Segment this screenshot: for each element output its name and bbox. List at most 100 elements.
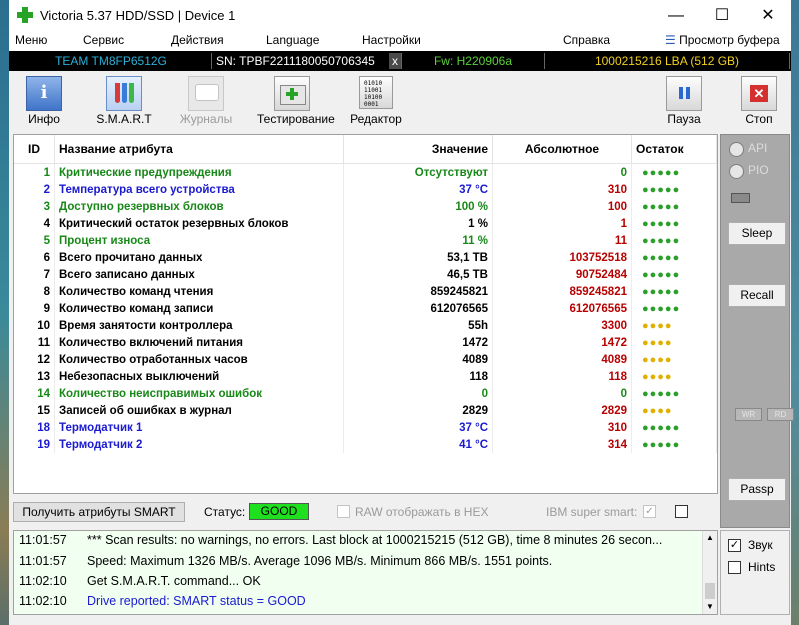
cell-absolute: 90752484 (492, 266, 632, 283)
scroll-up-icon[interactable]: ▲ (706, 533, 714, 542)
api-radio[interactable] (729, 142, 744, 157)
smart-button[interactable]: S.M.A.R.T (89, 74, 159, 126)
ibm-checkbox[interactable]: ✓ (643, 505, 656, 518)
cell-absolute: 11 (492, 232, 632, 249)
sleep-button[interactable]: Sleep (728, 222, 786, 245)
window-title: Victoria 5.37 HDD/SSD | Device 1 (40, 8, 236, 23)
menu-language[interactable]: Language (266, 33, 319, 47)
table-row[interactable]: 4 Критический остаток резервных блоков 1 %… (14, 215, 717, 232)
cell-absolute: 2829 (492, 402, 632, 419)
cell-name: Температура всего устройства (54, 181, 344, 198)
menu-actions[interactable]: Действия (171, 33, 224, 47)
device-info-bar: TEAM TM8FP6512G SN: TPBF2211180050706345… (9, 51, 791, 71)
cell-name: Доступно резервных блоков (54, 198, 344, 215)
table-row[interactable]: 9 Количество команд записи 612076565 612076… (14, 300, 717, 317)
col-name[interactable]: Название атрибута (54, 135, 344, 164)
raw-hex-checkbox[interactable] (337, 505, 350, 518)
cell-id: 3 (14, 198, 55, 215)
info-button[interactable]: i Инфо (9, 74, 79, 126)
col-absolute[interactable]: Абсолютное (492, 135, 632, 164)
log-panel: 11:01:57 *** Scan results: no warnings, … (13, 530, 718, 615)
log-scrollbar[interactable]: ▲ ▼ (702, 531, 717, 614)
menu-main[interactable]: Меню (15, 33, 47, 47)
medkit-icon (274, 76, 310, 111)
col-id[interactable]: ID (14, 135, 55, 164)
pio-radio[interactable] (729, 164, 744, 179)
cell-id: 8 (14, 283, 55, 300)
table-row[interactable]: 2 Температура всего устройства 37 °C 310 ●●●… (14, 181, 717, 198)
cell-remaining: ●●●●● (631, 163, 717, 181)
pause-icon (666, 76, 702, 111)
passp-button[interactable]: Passp (728, 478, 786, 501)
cell-value: 55h (343, 317, 493, 334)
editor-button[interactable]: 01010 11001 10100 0001 Редактор (341, 74, 411, 126)
table-row[interactable]: 7 Всего записано данных 46,5 TB 90752484 ●●●… (14, 266, 717, 283)
close-button[interactable]: ✕ (745, 0, 791, 31)
test-tubes-icon (106, 76, 142, 111)
smart-table-body: 1 Критические предупреждения Отсутствуют 0 ●… (14, 163, 717, 453)
table-row[interactable]: 15 Записей об ошибках в журнал 2829 2829 ●●●… (14, 402, 717, 419)
cell-id: 6 (14, 249, 55, 266)
log-message: Speed: Maximum 1326 MB/s. Average 1096 M… (87, 554, 553, 568)
maximize-button[interactable]: ☐ (699, 0, 745, 31)
table-row[interactable]: 5 Процент износа 11 % 11 ●●●●● (14, 232, 717, 249)
menu-help[interactable]: Справка (563, 33, 610, 47)
pio-label: PIO (748, 163, 769, 177)
smart-status-row: Получить атрибуты SMART Статус: GOOD RAW… (9, 499, 719, 523)
col-value[interactable]: Значение (343, 135, 493, 164)
info-icon: i (26, 76, 62, 111)
cell-value: 11 % (343, 232, 493, 249)
get-smart-button[interactable]: Получить атрибуты SMART (13, 502, 185, 522)
cell-id: 13 (14, 368, 55, 385)
serial-copy-button[interactable]: x (389, 53, 402, 69)
table-row[interactable]: 11 Количество включений питания 1472 1472 ●●… (14, 334, 717, 351)
scroll-thumb[interactable] (705, 583, 715, 599)
cell-value: 37 °C (343, 419, 493, 436)
cell-name: Записей об ошибках в журнал (54, 402, 344, 419)
cell-value: 118 (343, 368, 493, 385)
recall-button[interactable]: Recall (728, 284, 786, 307)
cell-name: Небезопасных выключений (54, 368, 344, 385)
table-row[interactable]: 3 Доступно резервных блоков 100 % 100 ●●●●● (14, 198, 717, 215)
cell-remaining: ●●●●● (631, 181, 717, 198)
stop-button[interactable]: ✕ Стоп (724, 74, 794, 126)
table-row[interactable]: 14 Количество неисправимых ошибок 0 0 ●●●●● (14, 385, 717, 402)
log-time: 11:02:10 (19, 574, 67, 588)
logs-button[interactable]: Журналы (171, 74, 241, 126)
desktop-background-left (0, 0, 9, 625)
app-window: Victoria 5.37 HDD/SSD | Device 1 — ☐ ✕ М… (9, 0, 794, 625)
minimize-button[interactable]: — (653, 0, 699, 31)
table-row[interactable]: 13 Небезопасных выключений 118 118 ●●●● (14, 368, 717, 385)
ibm-label: IBM super smart: (546, 505, 638, 519)
table-row[interactable]: 10 Время занятости контроллера 55h 3300 ●●●● (14, 317, 717, 334)
cell-name: Количество команд чтения (54, 283, 344, 300)
log-time: 11:01:57 (19, 533, 67, 547)
cell-value: 100 % (343, 198, 493, 215)
hints-checkbox[interactable] (728, 561, 741, 574)
menu-settings[interactable]: Настройки (362, 33, 421, 47)
table-row[interactable]: 19 Термодатчик 2 41 °C 314 ●●●●● (14, 436, 717, 453)
menu-service[interactable]: Сервис (83, 33, 124, 47)
cell-remaining: ●●●●● (631, 436, 717, 453)
extra-checkbox[interactable] (675, 505, 688, 518)
title-bar: Victoria 5.37 HDD/SSD | Device 1 — ☐ ✕ (9, 0, 791, 31)
test-button[interactable]: Тестирование (257, 74, 335, 126)
cell-absolute: 103752518 (492, 249, 632, 266)
buffer-view-item[interactable]: ☰ Просмотр буфера (665, 33, 780, 47)
table-row[interactable]: 18 Термодатчик 1 37 °C 310 ●●●●● (14, 419, 717, 436)
cell-name: Количество отработанных часов (54, 351, 344, 368)
table-row[interactable]: 6 Всего прочитано данных 53,1 TB 103752518 ●… (14, 249, 717, 266)
cell-name: Количество неисправимых ошибок (54, 385, 344, 402)
scroll-down-icon[interactable]: ▼ (706, 602, 714, 611)
hints-label: Hints (748, 560, 776, 574)
pause-button[interactable]: Пауза (649, 74, 719, 126)
table-row[interactable]: 1 Критические предупреждения Отсутствуют 0 ●… (14, 163, 717, 181)
table-header-row: ID Название атрибута Значение Абсолютное… (14, 135, 717, 164)
col-remaining[interactable]: Остаток (631, 135, 717, 164)
sound-checkbox[interactable]: ✓ (728, 539, 741, 552)
buffer-list-icon: ☰ (665, 33, 676, 47)
table-row[interactable]: 12 Количество отработанных часов 4089 4089 ●… (14, 351, 717, 368)
cell-absolute: 310 (492, 181, 632, 198)
stop-icon: ✕ (741, 76, 777, 111)
table-row[interactable]: 8 Количество команд чтения 859245821 859245… (14, 283, 717, 300)
